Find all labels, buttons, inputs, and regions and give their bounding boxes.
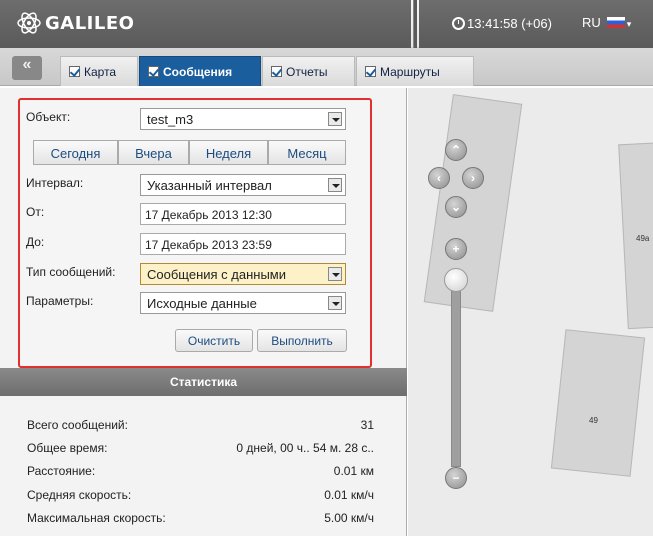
tab-reports[interactable]: Отчеты [262,56,355,86]
checkbox-checked-icon[interactable] [148,66,159,77]
zoom-slider-handle[interactable] [444,268,468,292]
clock: 13:41:58 (+06) [452,15,552,31]
zoom-in-button[interactable]: + [445,238,467,260]
chevron-down-icon [328,296,342,310]
quick-period-buttons: Сегодня Вчера Неделя Месяц [33,140,346,165]
chevron-down-icon [328,112,342,126]
app-title: GALILEO [45,13,135,34]
stat-row: Расстояние: 0.01 км [27,464,374,478]
building [423,94,523,312]
logo-area: GALILEO [0,0,411,48]
to-date-input[interactable]: 17 Декабрь 2013 23:59 [140,233,346,255]
run-button[interactable]: Выполнить [257,329,347,352]
clear-button[interactable]: Очистить [175,329,253,352]
object-select[interactable]: test_m3 [140,108,346,130]
building-label: 49a [636,234,650,243]
stat-row: Общее время: 0 дней, 00 ч.. 54 м. 28 с.. [27,441,374,455]
building-label: 49 [589,416,598,425]
week-button[interactable]: Неделя [189,140,268,165]
collapse-panel-button[interactable]: « [12,56,42,80]
chevron-down-icon [328,267,342,281]
clock-icon [452,17,465,30]
to-label: До: [26,235,45,249]
clock-text: 13:41:58 (+06) [467,16,552,31]
zoom-slider-track[interactable] [451,282,461,467]
tab-routes[interactable]: Маршруты [356,56,474,86]
from-date-input[interactable]: 17 Декабрь 2013 12:30 [140,203,346,225]
chevron-down-icon: ▾ [626,19,632,29]
pan-up-button[interactable]: ⌃ [445,139,467,161]
today-button[interactable]: Сегодня [33,140,118,165]
yesterday-button[interactable]: Вчера [118,140,189,165]
month-button[interactable]: Месяц [268,140,346,165]
pan-right-button[interactable]: › [462,167,484,189]
logo-icon [17,12,41,34]
map-view[interactable]: 49a 49 [408,88,653,536]
russia-flag-icon [606,17,625,28]
message-type-label: Тип сообщений: [26,265,116,279]
params-select[interactable]: Исходные данные [140,292,346,314]
stat-row: Всего сообщений: 31 [27,418,374,432]
pan-left-button[interactable]: ‹ [428,167,450,189]
stats-header: Статистика [0,368,407,396]
interval-label: Интервал: [26,176,84,190]
tab-messages[interactable]: Сообщения [139,56,261,86]
language-selector[interactable]: RU ▾ [582,15,631,30]
header-separator [413,0,417,48]
pan-down-button[interactable]: ⌄ [445,196,467,218]
checkbox-checked-icon[interactable] [365,66,376,77]
tab-map[interactable]: Карта [60,56,138,86]
params-label: Параметры: [26,294,94,308]
message-type-select[interactable]: Сообщения с данными [140,263,346,285]
zoom-out-button[interactable]: − [445,467,467,489]
building [550,329,646,477]
stat-row: Средняя скорость: 0.01 км/ч [27,488,374,502]
checkbox-checked-icon[interactable] [271,66,282,77]
stat-row: Максимальная скорость: 5.00 км/ч [27,511,374,525]
object-label: Объект: [26,110,71,124]
checkbox-checked-icon[interactable] [69,66,80,77]
chevron-down-icon [328,178,342,192]
language-code: RU [582,15,601,30]
from-label: От: [26,205,45,219]
interval-select[interactable]: Указанный интервал [140,174,346,196]
